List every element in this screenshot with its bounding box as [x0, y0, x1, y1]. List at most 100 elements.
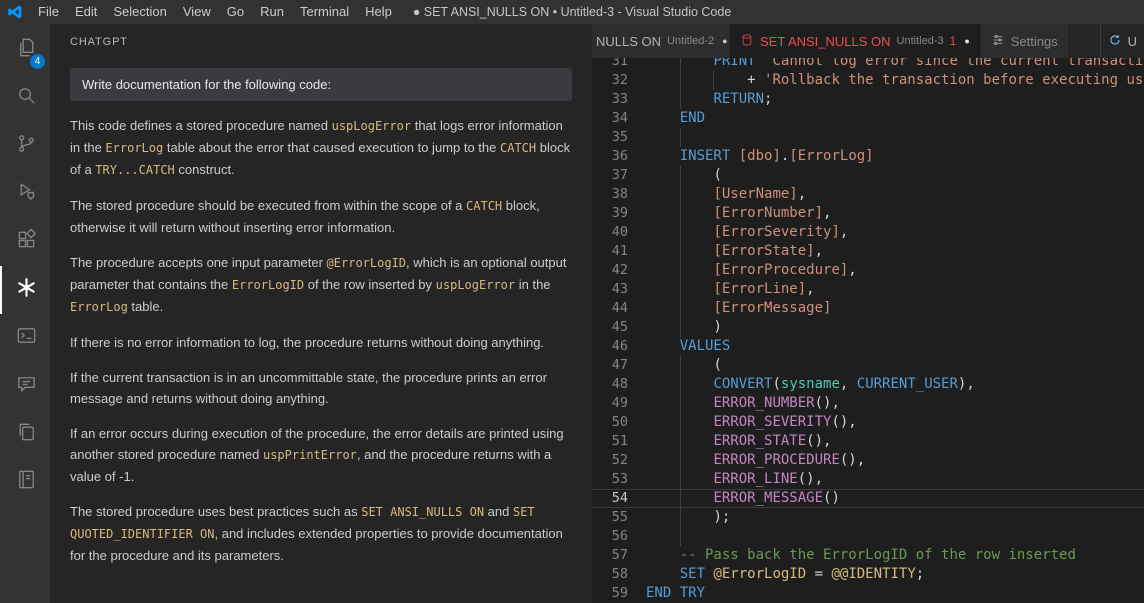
sidebar-item-search[interactable] [0, 74, 50, 122]
tab-label: NULLS ON [596, 34, 661, 49]
sidebar-item-chat[interactable] [0, 362, 50, 410]
code-line[interactable]: 31 PRINT 'Cannot log error since the cur… [592, 58, 1144, 71]
code-line[interactable]: 43 [ErrorLine], [592, 280, 1144, 299]
menu-edit[interactable]: Edit [67, 0, 105, 24]
code-line[interactable]: 38 [UserName], [592, 185, 1144, 204]
code-line[interactable]: 50 ERROR_SEVERITY(), [592, 413, 1144, 432]
code-text [646, 527, 1144, 546]
indent-guide [680, 489, 681, 508]
menu-file[interactable]: File [30, 0, 67, 24]
menu-view[interactable]: View [175, 0, 219, 24]
tab-untitled-3[interactable]: SET ANSI_NULLS ON Untitled-3 1 ● [730, 24, 981, 58]
line-number[interactable]: 58 [592, 565, 628, 584]
menu-run[interactable]: Run [252, 0, 292, 24]
line-number[interactable]: 49 [592, 394, 628, 413]
code-line[interactable]: 54 ERROR_MESSAGE() [592, 489, 1144, 508]
code-line[interactable]: 58 SET @ErrorLogID = @@IDENTITY; [592, 565, 1144, 584]
sidebar-item-notebook[interactable] [0, 458, 50, 506]
line-number[interactable]: 59 [592, 584, 628, 603]
extensions-icon [15, 228, 38, 256]
sidebar-item-source-control[interactable] [0, 122, 50, 170]
line-number[interactable]: 34 [592, 109, 628, 128]
answer-paragraph: This code defines a stored procedure nam… [70, 115, 572, 181]
sidebar-item-run-debug[interactable] [0, 170, 50, 218]
code-line[interactable]: 45 ) [592, 318, 1144, 337]
line-number[interactable]: 37 [592, 166, 628, 185]
code-line[interactable]: 32 + 'Rollback the transaction before ex… [592, 71, 1144, 90]
code-line[interactable]: 44 [ErrorMessage] [592, 299, 1144, 318]
line-number[interactable]: 45 [592, 318, 628, 337]
line-number[interactable]: 50 [592, 413, 628, 432]
code-text: END TRY [646, 584, 1144, 603]
indent-guide [680, 451, 681, 470]
line-number[interactable]: 40 [592, 223, 628, 242]
line-number[interactable]: 33 [592, 90, 628, 109]
code-line[interactable]: 57 -- Pass back the ErrorLogID of the ro… [592, 546, 1144, 565]
code-text: ERROR_STATE(), [646, 432, 1144, 451]
code-text: SET @ErrorLogID = @@IDENTITY; [646, 565, 1144, 584]
line-number[interactable]: 39 [592, 204, 628, 223]
tab-settings[interactable]: Settings [981, 24, 1069, 58]
sidebar-item-chatgpt[interactable] [0, 266, 50, 314]
code-line[interactable]: 47 ( [592, 356, 1144, 375]
line-number[interactable]: 54 [592, 489, 628, 508]
line-number[interactable]: 43 [592, 280, 628, 299]
code-line[interactable]: 55 ); [592, 508, 1144, 527]
answer-paragraph: If an error occurs during execution of t… [70, 423, 572, 487]
code-line[interactable]: 49 ERROR_NUMBER(), [592, 394, 1144, 413]
code-line[interactable]: 46 VALUES [592, 337, 1144, 356]
line-number[interactable]: 36 [592, 147, 628, 166]
code-line[interactable]: 52 ERROR_PROCEDURE(), [592, 451, 1144, 470]
sidebar-item-copies[interactable] [0, 410, 50, 458]
code-line[interactable]: 39 [ErrorNumber], [592, 204, 1144, 223]
code-text: ERROR_NUMBER(), [646, 394, 1144, 413]
line-number[interactable]: 35 [592, 128, 628, 147]
line-number[interactable]: 53 [592, 470, 628, 489]
line-number[interactable]: 41 [592, 242, 628, 261]
line-number[interactable]: 42 [592, 261, 628, 280]
code-line[interactable]: 53 ERROR_LINE(), [592, 470, 1144, 489]
code-line[interactable]: 34 END [592, 109, 1144, 128]
indent-guide [680, 128, 681, 147]
title-bar: FileEditSelectionViewGoRunTerminalHelp ●… [0, 0, 1144, 24]
sidebar-item-extensions[interactable] [0, 218, 50, 266]
code-line[interactable]: 56 [592, 527, 1144, 546]
menu-go[interactable]: Go [219, 0, 252, 24]
code-line[interactable]: 42 [ErrorProcedure], [592, 261, 1144, 280]
code-line[interactable]: 33 RETURN; [592, 90, 1144, 109]
code-editor[interactable]: 31 PRINT 'Cannot log error since the cur… [592, 58, 1144, 603]
activity-bar: 4 [0, 24, 50, 603]
line-number[interactable]: 52 [592, 451, 628, 470]
line-number[interactable]: 55 [592, 508, 628, 527]
sidebar-item-terminal[interactable] [0, 314, 50, 362]
code-lines: 31 PRINT 'Cannot log error since the cur… [592, 58, 1144, 603]
menu-selection[interactable]: Selection [105, 0, 174, 24]
code-line[interactable]: 36 INSERT [dbo].[ErrorLog] [592, 147, 1144, 166]
code-line[interactable]: 51 ERROR_STATE(), [592, 432, 1144, 451]
code-line[interactable]: 35 [592, 128, 1144, 147]
code-line[interactable]: 37 ( [592, 166, 1144, 185]
tab-untitled-2[interactable]: NULLS ON Untitled-2 ● [592, 24, 730, 58]
line-number[interactable]: 46 [592, 337, 628, 356]
line-number[interactable]: 56 [592, 527, 628, 546]
code-line[interactable]: 41 [ErrorState], [592, 242, 1144, 261]
line-number[interactable]: 44 [592, 299, 628, 318]
indent-guide [680, 204, 681, 223]
line-number[interactable]: 38 [592, 185, 628, 204]
sidebar-item-explorer[interactable]: 4 [0, 26, 50, 74]
menu-terminal[interactable]: Terminal [292, 0, 357, 24]
line-number[interactable]: 47 [592, 356, 628, 375]
line-number[interactable]: 51 [592, 432, 628, 451]
line-number[interactable]: 31 [592, 58, 628, 71]
line-number[interactable]: 57 [592, 546, 628, 565]
tab-partial-right[interactable]: U [1100, 24, 1144, 58]
line-number[interactable]: 32 [592, 71, 628, 90]
code-line[interactable]: 59 END TRY [592, 584, 1144, 603]
code-line[interactable]: 40 [ErrorSeverity], [592, 223, 1144, 242]
code-line[interactable]: 48 CONVERT(sysname, CURRENT_USER), [592, 375, 1144, 394]
line-number[interactable]: 48 [592, 375, 628, 394]
chatgpt-icon [15, 276, 38, 304]
inline-code: ErrorLog [70, 300, 128, 314]
menu-help[interactable]: Help [357, 0, 400, 24]
code-text: RETURN; [646, 90, 1144, 109]
